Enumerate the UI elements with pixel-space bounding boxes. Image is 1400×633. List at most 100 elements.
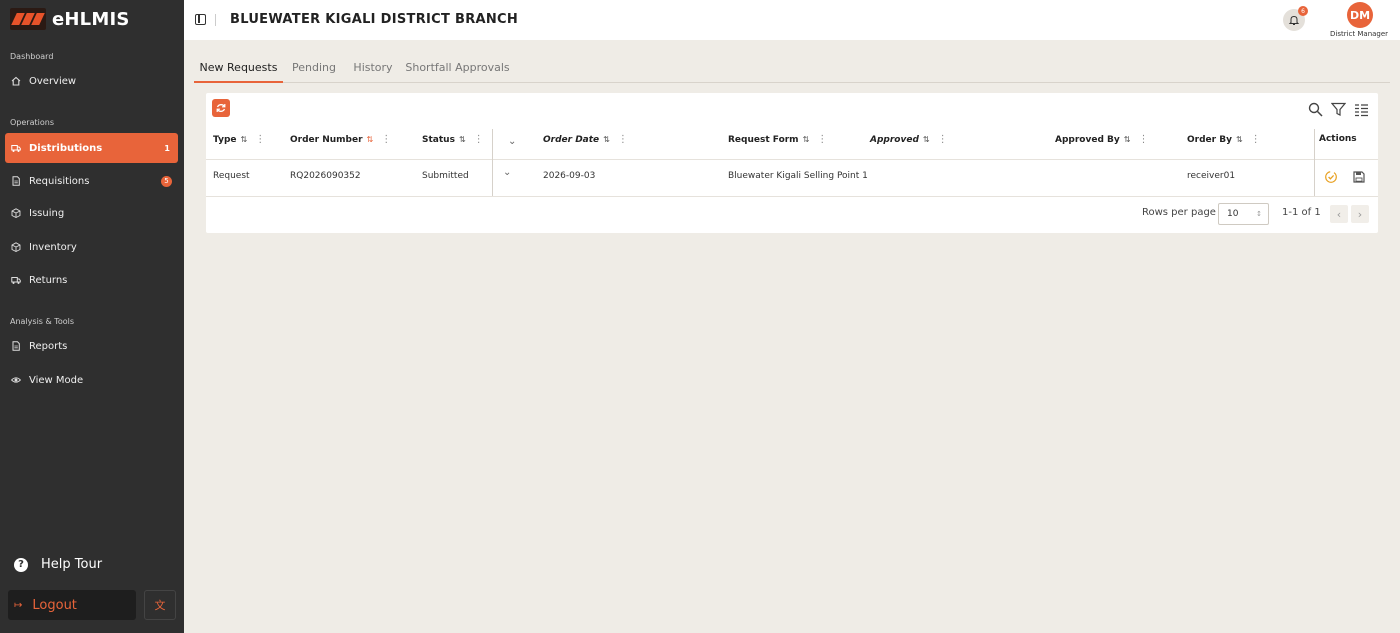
column-label: Request Form [728,134,799,145]
column-label: Status [422,134,455,145]
help-tour-button[interactable]: ? Help Tour [14,557,102,572]
document-icon [10,176,21,187]
cell-order-date: 2026-09-03 [543,171,596,181]
sidebar-item-label: View Mode [29,374,84,386]
language-button[interactable]: 文 [144,590,176,620]
page-title: BLUEWATER KIGALI DISTRICT BRANCH [230,12,519,27]
sidebar-item-requisitions[interactable]: Requisitions 5 [5,166,178,196]
cell-order-number: RQ2026090352 [290,171,361,181]
column-menu-icon[interactable]: ⋮ [618,134,628,145]
logout-button[interactable]: ↦ Logout [8,590,136,620]
requests-table: Type ⇅ ⋮ Order Number ⇅ ⋮ Status ⇅ ⋮ ⌄ O… [206,93,1378,233]
next-page-button[interactable]: › [1351,205,1369,223]
sidebar: eHLMIS Dashboard Overview Operations Dis… [0,0,184,633]
sidebar-item-distributions[interactable]: Distributions 1 [5,133,178,163]
column-header-status[interactable]: Status ⇅ ⋮ [422,134,484,145]
sidebar-item-returns[interactable]: Returns [5,265,178,295]
chevron-right-icon: › [1357,207,1363,221]
tab-pending[interactable]: Pending [283,56,345,83]
column-header-order-date[interactable]: Order Date ⇅ ⋮ [543,134,628,145]
column-menu-icon[interactable]: ⋮ [817,134,827,145]
column-header-approved[interactable]: Approved ⇅ ⋮ [870,134,948,145]
sort-icon[interactable]: ⇅ [240,135,247,144]
column-header-request-form[interactable]: Request Form ⇅ ⋮ [728,134,827,145]
column-header-approved-by[interactable]: Approved By ⇅ ⋮ [1055,134,1148,145]
column-menu-icon[interactable]: ⋮ [938,134,948,145]
sidebar-item-label: Inventory [29,241,77,253]
sort-icon[interactable]: ⇅ [367,135,374,144]
column-label: Order By [1187,134,1232,145]
document-icon [10,341,21,352]
sidebar-item-label: Requisitions [29,175,90,187]
column-menu-icon[interactable]: ⋮ [1138,134,1148,145]
logout-label: Logout [32,597,77,613]
brand[interactable]: eHLMIS [10,8,130,30]
column-menu-icon[interactable]: ⋮ [381,134,391,145]
sidebar-item-label: Issuing [29,207,65,219]
column-label: Order Number [290,134,363,145]
sort-icon[interactable]: ⇅ [603,135,610,144]
expand-all-icon[interactable]: ⌄ [508,136,516,147]
home-icon [10,76,21,87]
header: BLUEWATER KIGALI DISTRICT BRANCH 6 DM Di… [184,0,1400,40]
expand-row-icon[interactable]: ⌄ [503,167,511,178]
bell-icon [1288,15,1300,25]
sidebar-item-view-mode[interactable]: View Mode [5,365,178,395]
sidebar-item-inventory[interactable]: Inventory [5,232,178,262]
save-icon[interactable] [1352,169,1366,183]
column-label: Approved By [1055,134,1120,145]
refresh-icon [216,104,226,112]
pagination-range: 1-1 of 1 [1282,207,1321,218]
sidebar-item-issuing[interactable]: Issuing [5,198,178,228]
distributions-count: 1 [164,143,170,153]
truck-icon [10,143,21,154]
cell-request-form: Bluewater Kigali Selling Point 1 [728,171,868,181]
column-menu-icon[interactable]: ⋮ [255,134,265,145]
header-divider [215,14,216,26]
avatar[interactable]: DM [1347,2,1373,28]
rows-per-page-select[interactable]: 10 ↕ [1218,203,1269,225]
tab-history[interactable]: History [345,56,401,83]
sidebar-item-label: Reports [29,340,68,352]
sort-icon[interactable]: ⇅ [923,135,930,144]
sort-icon[interactable]: ⇅ [459,135,466,144]
column-menu-icon[interactable]: ⋮ [1251,134,1261,145]
header-divider-line [206,159,1378,160]
sidebar-item-label: Distributions [29,142,103,154]
requisitions-badge: 5 [161,175,172,187]
cell-type: Request [213,171,250,181]
column-header-order-number[interactable]: Order Number ⇅ ⋮ [290,134,391,145]
process-order-icon[interactable] [1324,169,1338,183]
column-label: Type [213,134,237,145]
user-role: District Manager [1330,30,1389,38]
sidebar-item-reports[interactable]: Reports [5,331,178,361]
sidebar-item-overview[interactable]: Overview [5,66,178,96]
sort-icon[interactable]: ⇅ [803,135,810,144]
tab-shortfall-approvals[interactable]: Shortfall Approvals [401,56,514,83]
filter-icon[interactable] [1330,102,1347,117]
truck-icon [10,275,21,286]
cell-status: Submitted [422,171,469,181]
box-icon [10,242,21,253]
actions-column-divider [1314,129,1315,196]
rows-per-page-label: Rows per page [1142,207,1216,218]
column-header-order-by[interactable]: Order By ⇅ ⋮ [1187,134,1261,145]
sidebar-toggle-icon[interactable] [195,14,206,25]
eye-icon [10,375,21,386]
sort-icon[interactable]: ⇅ [1236,135,1243,144]
refresh-button[interactable] [212,99,230,117]
search-icon[interactable] [1308,102,1323,117]
sidebar-item-label: Returns [29,274,68,286]
column-header-type[interactable]: Type ⇅ ⋮ [213,134,265,145]
columns-icon[interactable] [1354,102,1369,117]
notifications-badge: 6 [1298,6,1308,16]
section-label-analysis: Analysis & Tools [10,317,74,326]
sort-icon[interactable]: ⇅ [1124,135,1131,144]
tab-new-requests[interactable]: New Requests [194,56,283,83]
column-header-actions: Actions [1319,134,1357,144]
column-menu-icon[interactable]: ⋮ [474,134,484,145]
cell-order-by: receiver01 [1187,171,1236,181]
chevron-updown-icon: ↕ [1256,210,1262,218]
translate-icon: 文 [154,599,166,612]
prev-page-button[interactable]: ‹ [1330,205,1348,223]
